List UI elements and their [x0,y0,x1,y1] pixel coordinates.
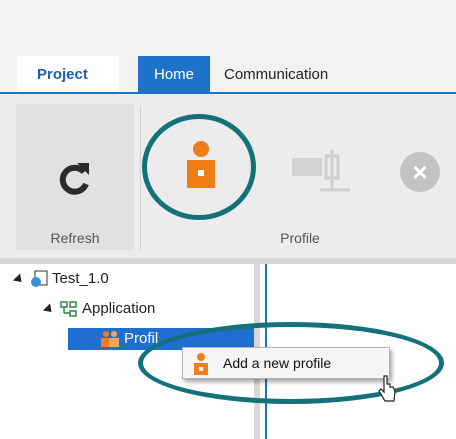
project-globe-icon [31,270,48,287]
tree-node-label: Test_1.0 [52,270,109,287]
profile-group-label: Profile [280,230,320,246]
close-icon[interactable]: × [400,152,440,192]
expand-arrow-icon[interactable] [42,303,56,316]
refresh-icon [59,163,89,195]
group-divider [140,106,141,250]
tree-node-application[interactable]: Application [42,298,242,320]
tab-home[interactable]: Home [138,56,210,93]
application-tree-icon [60,301,77,317]
tab-project[interactable]: Project [17,56,119,93]
refresh-label: Refresh [50,230,100,246]
tab-communication[interactable]: Communication [224,56,374,93]
tree-node-test[interactable]: Test_1.0 [12,268,242,290]
mouse-cursor-icon [378,375,396,402]
expand-arrow-icon[interactable] [12,273,26,286]
highlight-ellipse [138,322,444,404]
profiles-icon [101,331,119,347]
tree-node-label: Application [82,300,156,317]
highlight-ring [142,114,256,220]
device-profile-icon[interactable] [290,150,354,192]
